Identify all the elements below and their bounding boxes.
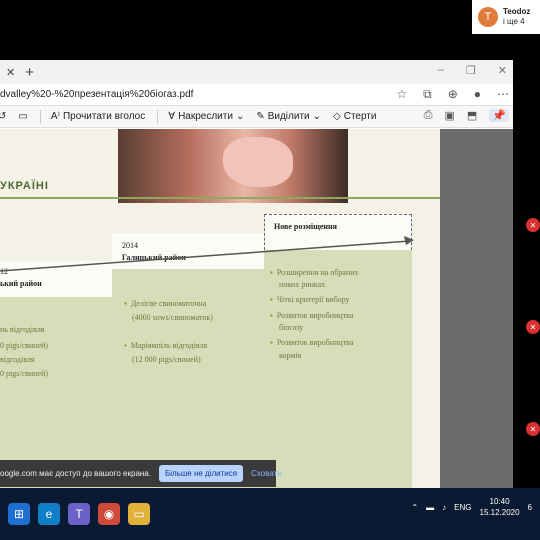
save-as-icon[interactable]: ⬒ (467, 109, 477, 122)
list-item: ▪ Розвиток виробництва (270, 338, 353, 348)
meeting-top-area (0, 0, 540, 60)
clock[interactable]: 10:40 15.12.2020 (480, 496, 520, 518)
read-aloud-label: Прочитати вголос (62, 111, 146, 122)
list-item: 0 pigs/свиней) (0, 369, 48, 378)
chevron-down-icon: ⌄ (312, 111, 322, 122)
pdf-document-area[interactable]: УКРАЇНІ 12 ький район нь відгодівля 0 pi… (0, 129, 513, 488)
erase-label: Стерти (343, 111, 377, 122)
participant-avatar: T (478, 7, 498, 27)
bullet-icon: ▪ (270, 338, 273, 347)
highlight-button[interactable]: ✎ Виділити ⌄ (256, 111, 321, 122)
window-controls: – ❐ ✕ (438, 64, 507, 77)
highlight-label: Виділити (267, 111, 310, 122)
system-tray: ⌃ ▬ ♪ ENG 10:40 15.12.2020 6 (411, 496, 532, 518)
list-item: (12 000 pigs/свиней) (132, 355, 201, 364)
windows-start-icon[interactable]: ⊞ (8, 503, 30, 525)
read-aloud-button[interactable]: A⁾ Прочитати вголос (51, 111, 145, 122)
file-explorer-icon[interactable]: ▭ (128, 503, 150, 525)
timeline-arrow-line (0, 240, 411, 272)
new-tab-icon[interactable]: + (25, 64, 34, 81)
list-item: кормів (279, 351, 302, 360)
extensions-icon[interactable]: ⊕ (448, 87, 458, 102)
pdf-slide: УКРАЇНІ 12 ький район нь відгодівля 0 pi… (0, 129, 440, 488)
save-icon[interactable]: ▣ (444, 109, 454, 122)
volume-icon[interactable]: ♪ (442, 503, 446, 512)
tab-close-icon[interactable]: ✕ (6, 66, 15, 79)
bullet-icon: ▪ (124, 299, 127, 308)
list-item: ▪ Розвиток виробництва (270, 311, 353, 321)
list-item: ▪ Чіткі критерії вибору (270, 295, 350, 305)
bullet-icon: ▪ (270, 311, 273, 320)
undo-icon[interactable]: ↺ (0, 111, 6, 122)
chevron-down-icon: ⌄ (235, 111, 245, 122)
muted-mic-icon: ✕ (526, 218, 540, 232)
timeline-arrowhead (404, 236, 414, 245)
taskbar: ⊞ e T ◉ ▭ ⌃ ▬ ♪ ENG 10:40 15.12.2020 6 (0, 488, 540, 540)
list-item-text: Розвиток виробництва (276, 311, 354, 320)
list-item-text: Маріямпіль відгодівля (130, 341, 208, 350)
profile-icon[interactable]: ● (474, 87, 481, 102)
read-aloud-icon: A⁾ (50, 111, 60, 122)
browser-window: ✕ + – ❐ ✕ dvalley%20-%20презентація%20бі… (0, 60, 513, 488)
stop-sharing-button[interactable]: Більше не ділитися (158, 465, 244, 482)
list-item: нь відгодівля (0, 325, 45, 334)
eraser-icon: ◇ (333, 111, 341, 122)
participant-text: Teodoz і ще 4 (503, 7, 530, 27)
chrome-icon[interactable]: ◉ (98, 503, 120, 525)
network-icon[interactable]: ▬ (426, 503, 434, 512)
address-icons: ☆ ⧉ ⊕ ● ⋯ (396, 87, 509, 102)
pdf-toolbar: ↺ ▭ A⁾ Прочитати вголос ∀ Накреслити ⌄ ✎ Вид… (0, 106, 513, 128)
timeline-column: 12 ький район нь відгодівля 0 pigs/свине… (0, 261, 112, 488)
clock-time: 10:40 (489, 497, 510, 506)
bullet-icon: ▪ (270, 295, 273, 304)
draw-icon: ∀ (168, 111, 176, 122)
tray-arrow-icon[interactable]: ⌃ (411, 503, 418, 512)
list-item: біогазу (279, 323, 304, 332)
collections-icon[interactable]: ⧉ (423, 87, 432, 102)
clock-date: 15.12.2020 (479, 508, 520, 517)
language-indicator[interactable]: ENG (454, 503, 471, 512)
list-item-text: Чіткі критерії вибору (276, 295, 350, 304)
participant-banner[interactable]: T Teodoz і ще 4 (472, 0, 540, 34)
screen-share-bar: oogle.com має доступ до вашого екрана. Б… (0, 460, 282, 487)
favorite-star-icon[interactable]: ☆ (396, 87, 407, 102)
participant-name: Teodoz (503, 7, 531, 16)
participant-more: і ще 4 (503, 17, 525, 26)
tab-strip: ✕ + – ❐ ✕ (0, 60, 513, 84)
bullet-icon: ▪ (124, 341, 127, 350)
screen: T Teodoz і ще 4 ✕ + – ❐ ✕ dvalley%20-%20… (0, 0, 540, 540)
print-icon[interactable]: ⎙ (424, 109, 433, 122)
highlight-icon: ✎ (256, 111, 265, 122)
list-item: 0 pigs/свиней) (0, 341, 48, 350)
muted-mic-icon: ✕ (526, 320, 540, 334)
close-window-icon[interactable]: ✕ (498, 64, 507, 77)
address-bar[interactable]: dvalley%20-%20презентація%20біогаз.pdf ☆… (0, 84, 513, 106)
hide-button[interactable]: Сховати (251, 469, 282, 478)
notification-count[interactable]: 6 (528, 503, 532, 512)
list-item: ▪ Маріямпіль відгодівля (124, 341, 207, 351)
draw-button[interactable]: ∀ Накреслити ⌄ (168, 111, 244, 122)
url-text[interactable]: dvalley%20-%20презентація%20біогаз.pdf (0, 89, 193, 100)
list-item-text: Розвиток виробництва (276, 338, 354, 347)
fit-page-icon[interactable]: ▭ (18, 111, 27, 122)
list-item: ▪ Делісве свиноматочна (124, 299, 206, 309)
pdf-toolbar-right: ⎙ ▣ ⬒ 📌 (424, 109, 509, 122)
timeline-arrow (0, 236, 414, 272)
list-item-text: Делісве свиноматочна (130, 299, 207, 308)
more-menu-icon[interactable]: ⋯ (497, 87, 509, 102)
edge-browser-icon[interactable]: e (38, 503, 60, 525)
minimize-icon[interactable]: – (438, 64, 444, 77)
teams-icon[interactable]: T (68, 503, 90, 525)
erase-button[interactable]: ◇ Стерти (333, 111, 376, 122)
draw-label: Накреслити (178, 111, 233, 122)
restore-icon[interactable]: ❐ (466, 64, 476, 77)
pin-toolbar-icon[interactable]: 📌 (489, 109, 509, 122)
list-item: (4000 sows/свиноматок) (132, 313, 213, 322)
toolbar-divider (39, 109, 41, 124)
muted-mic-icon: ✕ (526, 422, 540, 436)
toolbar-divider (157, 109, 159, 124)
list-item: відгодівля (0, 355, 35, 364)
share-message: oogle.com має доступ до вашого екрана. (0, 469, 151, 478)
